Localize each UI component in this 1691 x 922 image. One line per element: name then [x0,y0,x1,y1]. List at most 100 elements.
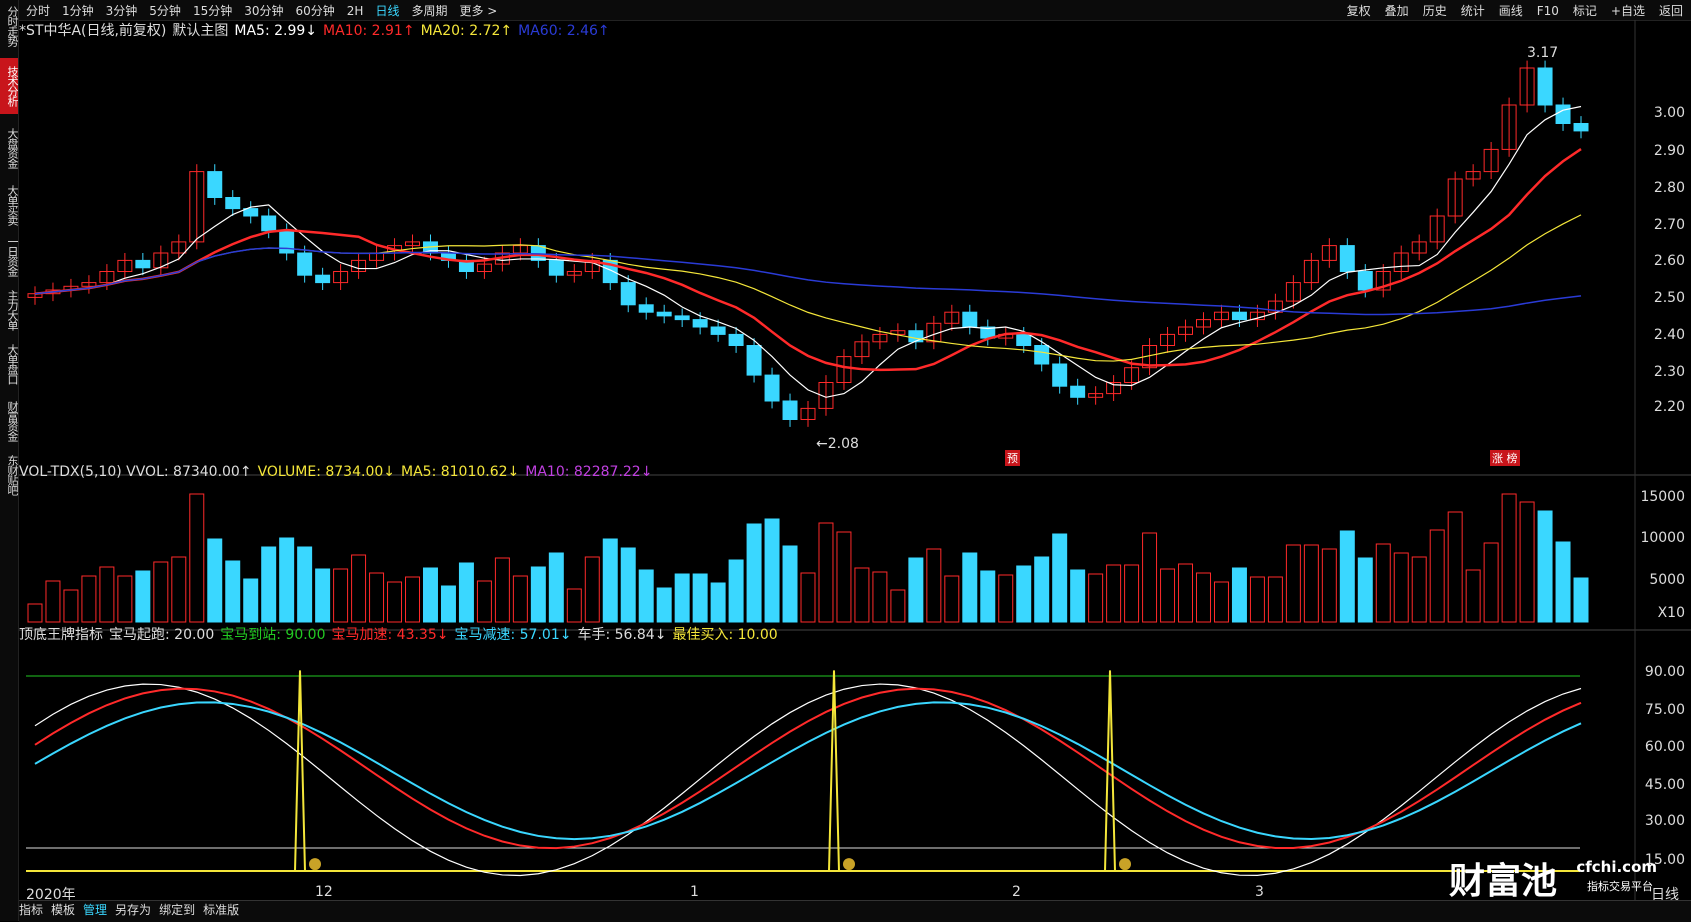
period-tab[interactable]: 多周期 [411,4,447,18]
volume-tick: 15000 [1640,489,1685,505]
rail-tab[interactable]: 大单买卖 [0,182,19,228]
period-tab[interactable]: 1分钟 [62,4,94,18]
rail-tab[interactable]: 大单盘口 [0,340,19,388]
bottom-button[interactable]: 另存为 [115,903,151,917]
rail-tab[interactable]: 一日资金 [0,232,19,280]
volume-bar [1501,493,1517,623]
period-tab[interactable]: 15分钟 [193,4,232,18]
candle-body [1088,393,1104,398]
period-tab[interactable]: 分时 [26,4,50,18]
rail-tab[interactable]: 技术分析 [0,58,19,114]
volume-bar [99,566,115,623]
volume-bar [494,557,510,623]
period-tab[interactable]: 60分钟 [296,4,335,18]
candle-body [1339,245,1355,273]
period-tab[interactable]: 2H [347,4,364,18]
volume-bar [476,580,492,623]
bottom-toolbar: 指标 模板 管理 另存为 绑定到 标准版 [19,900,1691,922]
bottom-button[interactable]: 标准版 [203,903,239,917]
volume-bar [297,546,313,623]
volume-bar [1537,510,1553,623]
period-tab[interactable]: 3分钟 [106,4,138,18]
menu-item[interactable]: 叠加 [1385,4,1409,18]
candle-body [422,241,438,254]
ma-line-5 [34,105,1582,398]
candle-body [1375,271,1391,291]
menu-item[interactable]: +自选 [1611,4,1645,18]
volume-bar [1357,557,1373,623]
volume-bar [602,538,618,623]
menu-item[interactable]: 历史 [1423,4,1447,18]
indicator-tick: 60.00 [1644,739,1685,755]
candle-body [638,304,654,313]
rail-tab[interactable]: 大盘资金 [0,120,19,176]
menu-item[interactable]: 复权 [1347,4,1371,18]
volume-tick: 5000 [1649,572,1685,588]
period-tab[interactable]: 日线 [375,4,399,18]
candle-body [279,230,295,254]
volume-bar [387,581,403,623]
volume-bar [81,575,97,623]
volume-bar [1393,552,1409,623]
candle-body [1178,326,1194,335]
volume-bar [1070,569,1086,623]
volume-bar [422,567,438,623]
volume-bar [1142,532,1158,623]
period-tab[interactable]: 5分钟 [149,4,181,18]
rail-tab[interactable]: 东财贴吧 [0,452,19,498]
rail-tab[interactable]: 主力大单 [0,286,19,334]
buy-signal-spike [1104,670,1116,872]
volume-bar [1124,564,1140,623]
indicator-tick: 90.00 [1644,664,1685,680]
volume-bar [1052,533,1068,623]
period-tabs: 分时 1分钟 3分钟 5分钟 15分钟 30分钟 60分钟 2H 日线 多周期 更多 > [26,2,509,19]
candle-body [1213,311,1229,321]
bottom-button[interactable]: 绑定到 [159,903,195,917]
menu-item[interactable]: 标记 [1573,4,1597,18]
volume-bar [279,537,295,623]
bottom-button[interactable]: 模板 [51,903,75,917]
volume-bar [1016,565,1032,623]
candle-body [1016,333,1032,346]
indicator-legend: 顶底王牌指标 宝马起跑: 20.00 宝马到站: 90.00 宝马加速: 43.35↓… [19,624,784,644]
menu-item[interactable]: 返回 [1659,4,1683,18]
menu-item[interactable]: 统计 [1461,4,1485,18]
candle-body [872,333,888,343]
chart-menu: 复权 叠加 历史 统计 画线 F10 标记 +自选 返回 [1333,2,1683,19]
volume-legend: VOL-TDX(5,10) VVOL: 87340.00↑ VOLUME: 873… [19,464,658,480]
candle-body [800,407,816,420]
kline-chart[interactable] [0,0,1691,921]
volume-bar [1106,564,1122,623]
volume-bar [1213,581,1229,623]
watermark-tagline: 指标交易平台 [1587,880,1653,893]
candle-body [656,311,672,317]
period-tab[interactable]: 更多 > [459,4,497,18]
volume-bar [1375,543,1391,623]
candle-body [926,322,942,343]
buy-signal-icon [1119,858,1131,871]
rail-tab[interactable]: 财富资金 [0,396,19,446]
candle-body [207,171,223,199]
volume-bar [962,552,978,623]
volume-bar [1267,576,1283,623]
date-label: 2 [1012,884,1021,900]
menu-item[interactable]: F10 [1537,4,1559,18]
volume-bar [656,587,672,623]
price-tick: 2.90 [1653,143,1685,159]
candle-body [261,215,277,232]
menu-item[interactable]: 画线 [1499,4,1523,18]
volume-bar [117,575,133,623]
candle-body [566,271,582,276]
volume-bar [63,589,79,623]
candle-body [1519,67,1535,106]
rail-tab[interactable]: 分时走势 [0,2,19,50]
period-tab[interactable]: 30分钟 [244,4,283,18]
price-tick: 3.00 [1653,105,1685,121]
volume-bar [764,518,780,623]
candle-body [1465,171,1481,180]
volume-bar [153,561,169,623]
bottom-button[interactable]: 管理 [83,903,107,917]
volume-bar [818,522,834,623]
bottom-button[interactable]: 指标 [19,903,43,917]
price-tick: 2.70 [1653,217,1685,233]
